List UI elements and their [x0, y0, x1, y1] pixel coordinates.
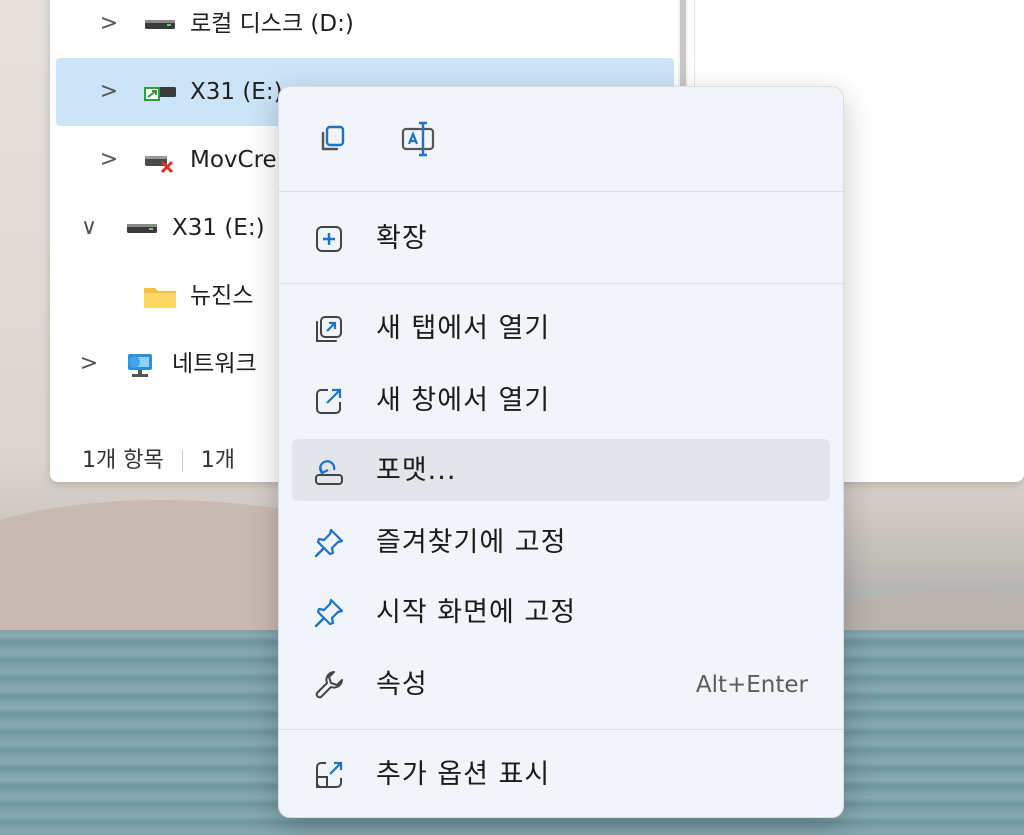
menu-item-label: 속성	[376, 669, 428, 700]
open-new-tab-icon	[312, 312, 346, 346]
menu-item-expand[interactable]: 확장	[292, 207, 830, 269]
chevron-right-icon[interactable]: >	[96, 9, 122, 39]
menu-divider	[279, 729, 843, 730]
tree-item-label: 뉴진스	[190, 283, 254, 309]
rename-icon	[391, 121, 447, 171]
status-selected-count: 1개	[200, 448, 235, 473]
status-item-count: 1개 항목	[82, 448, 164, 473]
rename-button[interactable]	[391, 111, 447, 167]
menu-divider	[279, 283, 843, 284]
menu-item-open-new-tab[interactable]: 새 탭에서 열기	[292, 297, 830, 359]
context-menu: 확장 새 탭에서 열기 새 창에서 열기 포맷... 즐겨찾기에 고정 시작 화…	[278, 86, 844, 818]
disconnected-drive-icon	[142, 144, 178, 176]
menu-item-pin-to-quick-access[interactable]: 즐겨찾기에 고정	[292, 511, 830, 573]
folder-icon	[142, 280, 178, 312]
tree-item-label: X31 (E:)	[172, 215, 265, 241]
chevron-down-icon[interactable]: ∨	[76, 213, 102, 243]
menu-item-pin-to-start[interactable]: 시작 화면에 고정	[292, 581, 830, 643]
copy-icon	[303, 125, 359, 171]
pin-icon	[312, 526, 346, 560]
open-new-window-icon	[312, 384, 346, 418]
usb-drive-icon	[142, 76, 178, 108]
wrench-icon	[312, 668, 346, 702]
tree-item-label: 로컬 디스크 (D:)	[190, 11, 354, 37]
status-separator	[181, 450, 183, 472]
status-bar: 1개 항목 1개	[82, 442, 235, 474]
menu-divider	[279, 191, 843, 192]
menu-item-open-new-window[interactable]: 새 창에서 열기	[292, 369, 830, 431]
menu-item-label: 시작 화면에 고정	[376, 597, 577, 628]
context-menu-quick-actions	[279, 87, 843, 191]
chevron-right-icon[interactable]: >	[96, 77, 122, 107]
menu-item-properties[interactable]: 속성 Alt+Enter	[292, 653, 830, 715]
shortcut-label: Alt+Enter	[695, 672, 808, 698]
drive-icon	[142, 8, 178, 40]
menu-item-label: 추가 옵션 표시	[376, 759, 551, 790]
tree-item-local-disk-d[interactable]: > 로컬 디스크 (D:)	[56, 0, 674, 58]
expand-icon	[312, 222, 346, 256]
format-drive-icon	[312, 454, 346, 488]
menu-item-label: 새 창에서 열기	[376, 385, 551, 416]
tree-item-label: 네트워크	[172, 351, 257, 377]
tree-item-label: MovCre	[190, 147, 277, 173]
menu-item-label: 즐겨찾기에 고정	[376, 527, 567, 558]
menu-item-label: 포맷...	[376, 455, 457, 486]
drive-icon	[124, 212, 160, 244]
copy-button[interactable]	[303, 111, 359, 167]
menu-item-format[interactable]: 포맷...	[292, 439, 830, 501]
scrollbar-thumb[interactable]	[680, 0, 686, 90]
menu-item-label: 확장	[376, 223, 428, 254]
pin-icon	[312, 596, 346, 630]
network-icon	[124, 348, 160, 380]
menu-item-label: 새 탭에서 열기	[376, 313, 551, 344]
chevron-right-icon[interactable]: >	[96, 145, 122, 175]
more-options-icon	[312, 758, 346, 792]
menu-item-show-more-options[interactable]: 추가 옵션 표시	[292, 743, 830, 805]
chevron-right-icon[interactable]: >	[76, 349, 102, 379]
tree-item-label: X31 (E:)	[190, 79, 283, 105]
